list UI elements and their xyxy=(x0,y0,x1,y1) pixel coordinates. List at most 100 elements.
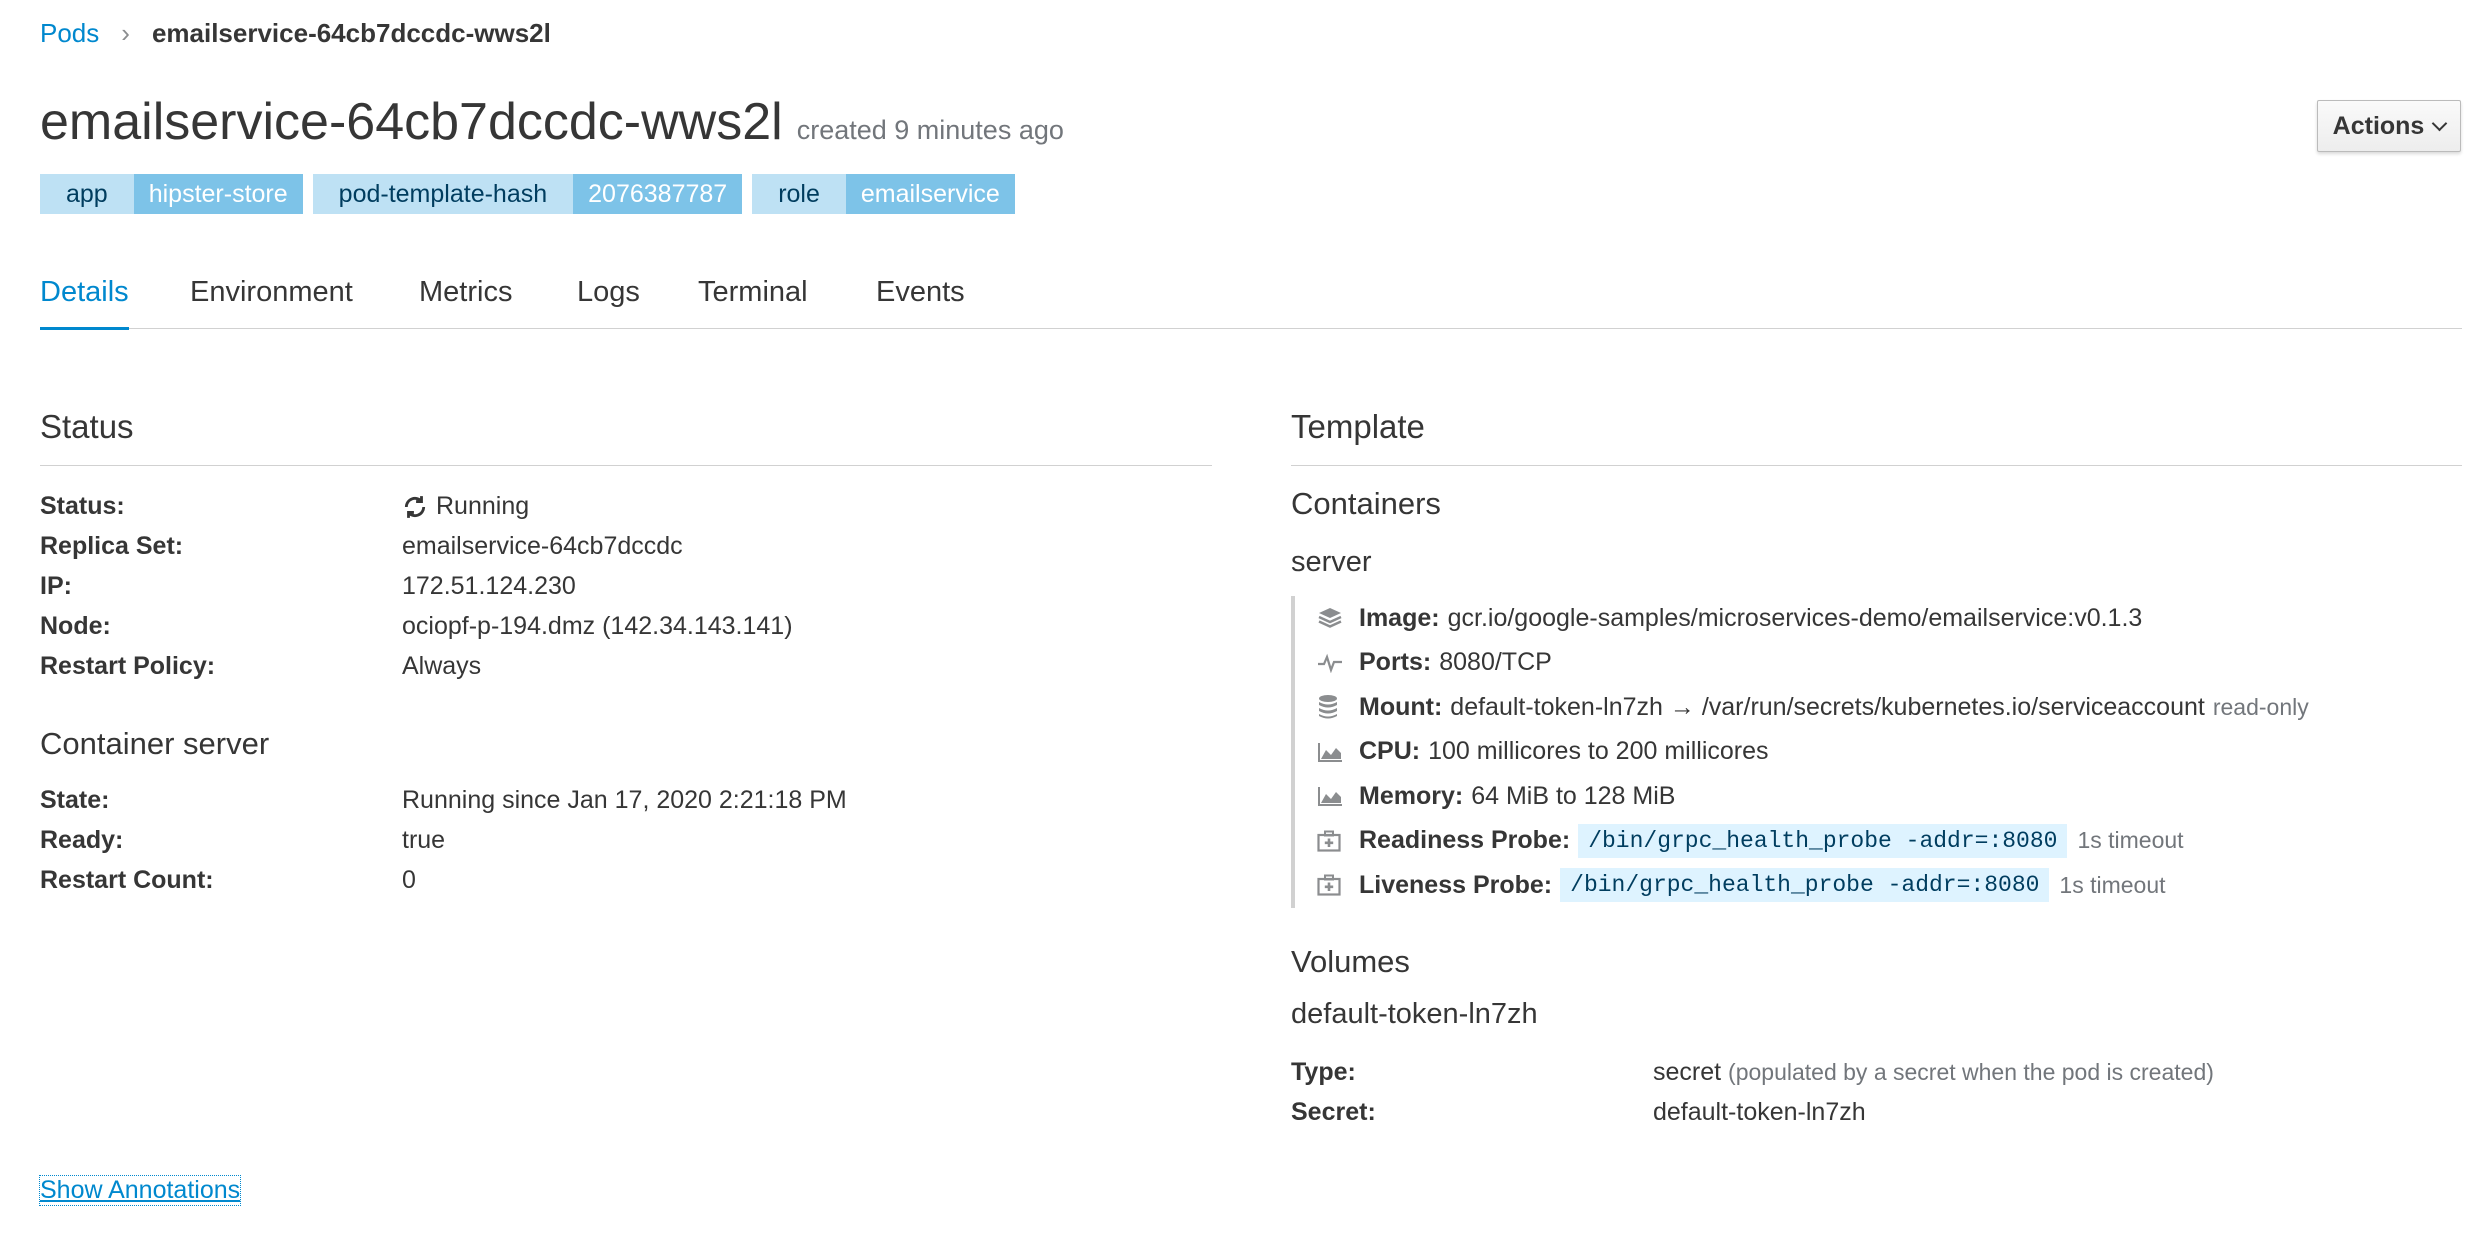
pod-details-page: Pods › emailservice-64cb7dccdc-wws2l ema… xyxy=(0,0,2486,1254)
replica-set-key: Replica Set: xyxy=(40,532,184,560)
actions-label: Actions xyxy=(2332,111,2425,140)
status-value: Running xyxy=(402,492,529,521)
mount-readonly-note: read-only xyxy=(2212,693,2309,720)
status-key: Status: xyxy=(40,492,125,520)
volume-name: default-token-ln7zh xyxy=(1291,998,1538,1030)
title-row: emailservice-64cb7dccdc-wws2l created 9 … xyxy=(40,92,1064,152)
tab-events[interactable]: Events xyxy=(876,276,965,309)
liveness-probe-row: Liveness Probe: /bin/grpc_health_probe -… xyxy=(1317,863,2309,908)
image-key: Image: xyxy=(1359,603,1440,632)
ready-value: true xyxy=(402,826,446,854)
show-annotations-link[interactable]: Show Annotations xyxy=(38,1175,242,1206)
container-server-heading: Container server xyxy=(40,726,270,761)
tab-logs[interactable]: Logs xyxy=(577,276,640,309)
readiness-key: Readiness Probe: xyxy=(1359,826,1571,855)
state-value: Running since Jan 17, 2020 2:21:18 PM xyxy=(402,786,847,814)
status-list: Status: Running Replica Set: emailservic… xyxy=(40,492,1210,692)
breadcrumb-pods-link[interactable]: Pods xyxy=(40,18,99,49)
restart-count-value: 0 xyxy=(402,866,416,894)
label-key: pod-template-hash xyxy=(312,174,574,214)
pod-labels: app hipster-store pod-template-hash 2076… xyxy=(40,174,1015,214)
ready-key: Ready: xyxy=(40,826,124,854)
readiness-probe-row: Readiness Probe: /bin/grpc_health_probe … xyxy=(1317,819,2309,864)
node-value: ociopf-p-194.dmz (142.34.143.141) xyxy=(402,612,793,640)
label-value: hipster-store xyxy=(133,174,303,214)
label-key: app xyxy=(40,174,134,214)
containers-heading: Containers xyxy=(1291,486,1441,521)
ports-row: Ports: 8080/TCP xyxy=(1317,641,2309,686)
layers-icon xyxy=(1317,606,1347,630)
breadcrumb: Pods › emailservice-64cb7dccdc-wws2l xyxy=(40,18,551,49)
cpu-key: CPU: xyxy=(1359,737,1421,766)
status-heading: Status xyxy=(40,408,134,445)
cpu-row: CPU: 100 millicores to 200 millicores xyxy=(1317,730,2309,775)
volume-secret-row: Secret: default-token-ln7zh xyxy=(1291,1098,2461,1138)
volume-type-row: Type: secret (populated by a secret when… xyxy=(1291,1058,2461,1098)
ports-key: Ports: xyxy=(1359,648,1432,677)
mount-value: default-token-ln7zh → /var/run/secrets/k… xyxy=(1450,692,2205,721)
chevron-down-icon xyxy=(2432,115,2448,131)
volume-type-key: Type: xyxy=(1291,1058,1356,1086)
liveness-key: Liveness Probe: xyxy=(1359,870,1553,899)
chevron-right-icon: › xyxy=(121,18,130,48)
image-value: gcr.io/google-samples/microservices-demo… xyxy=(1447,603,2143,632)
restart-policy-value: Always xyxy=(402,652,482,680)
actions-dropdown-button[interactable]: Actions xyxy=(2317,100,2461,152)
tab-details[interactable]: Details xyxy=(40,276,129,330)
volumes-heading: Volumes xyxy=(1291,944,1410,979)
volume-details: Type: secret (populated by a secret when… xyxy=(1291,1058,2461,1138)
state-row: State: Running since Jan 17, 2020 2:21:1… xyxy=(40,786,1210,826)
area-chart-icon xyxy=(1317,785,1347,807)
label-value: emailservice xyxy=(845,174,1015,214)
tab-environment[interactable]: Environment xyxy=(190,276,353,309)
node-row: Node: ociopf-p-194.dmz (142.34.143.141) xyxy=(40,612,1210,652)
status-row: Status: Running xyxy=(40,492,1210,532)
volume-type-value: secret (populated by a secret when the p… xyxy=(1653,1058,2214,1087)
ip-row: IP: 172.51.124.230 xyxy=(40,572,1210,612)
state-key: State: xyxy=(40,786,110,814)
status-text: Running xyxy=(436,492,530,520)
image-row: Image: gcr.io/google-samples/microservic… xyxy=(1317,596,2309,641)
created-timestamp: created 9 minutes ago xyxy=(796,115,1064,145)
sync-icon xyxy=(404,495,426,518)
replica-set-link[interactable]: emailservice-64cb7dccdc xyxy=(402,532,683,561)
label-key: role xyxy=(752,174,846,214)
label-role[interactable]: role emailservice xyxy=(752,174,1015,214)
template-divider xyxy=(1291,465,2462,466)
breadcrumb-current: emailservice-64cb7dccdc-wws2l xyxy=(151,18,551,48)
restart-count-key: Restart Count: xyxy=(40,866,214,894)
container-name: server xyxy=(1291,546,1372,578)
database-icon xyxy=(1317,694,1347,720)
area-chart-icon xyxy=(1317,741,1347,763)
cpu-value: 100 millicores to 200 millicores xyxy=(1428,737,1769,766)
restart-policy-key: Restart Policy: xyxy=(40,652,216,680)
label-app[interactable]: app hipster-store xyxy=(40,174,303,214)
replica-set-row: Replica Set: emailservice-64cb7dccdc xyxy=(40,532,1210,572)
readiness-command: /bin/grpc_health_probe -addr=:8080 xyxy=(1578,823,2068,858)
mount-key: Mount: xyxy=(1359,692,1443,721)
volume-secret-key: Secret: xyxy=(1291,1098,1376,1126)
label-value: 2076387787 xyxy=(573,174,743,214)
label-pod-template-hash[interactable]: pod-template-hash 2076387787 xyxy=(312,174,743,214)
memory-value: 64 MiB to 128 MiB xyxy=(1471,781,1676,810)
ports-value: 8080/TCP xyxy=(1439,648,1552,677)
tab-terminal[interactable]: Terminal xyxy=(698,276,808,309)
ip-value: 172.51.124.230 xyxy=(402,572,576,600)
liveness-timeout: 1s timeout xyxy=(2059,871,2166,898)
template-heading: Template xyxy=(1291,408,1425,445)
ready-row: Ready: true xyxy=(40,826,1210,866)
memory-row: Memory: 64 MiB to 128 MiB xyxy=(1317,774,2309,819)
volume-type-note: (populated by a secret when the pod is c… xyxy=(1728,1059,2214,1085)
secret-link[interactable]: default-token-ln7zh xyxy=(1653,1098,1866,1127)
readiness-timeout: 1s timeout xyxy=(2077,827,2184,854)
pulse-icon xyxy=(1317,653,1347,673)
container-details: Image: gcr.io/google-samples/microservic… xyxy=(1291,596,2309,908)
medkit-icon xyxy=(1317,874,1347,896)
restart-policy-row: Restart Policy: Always xyxy=(40,652,1210,692)
liveness-command: /bin/grpc_health_probe -addr=:8080 xyxy=(1560,868,2050,903)
mount-row: Mount: default-token-ln7zh → /var/run/se… xyxy=(1317,685,2309,730)
node-key: Node: xyxy=(40,612,111,640)
status-divider xyxy=(40,465,1212,466)
tab-metrics[interactable]: Metrics xyxy=(419,276,512,309)
container-state-list: State: Running since Jan 17, 2020 2:21:1… xyxy=(40,786,1210,906)
